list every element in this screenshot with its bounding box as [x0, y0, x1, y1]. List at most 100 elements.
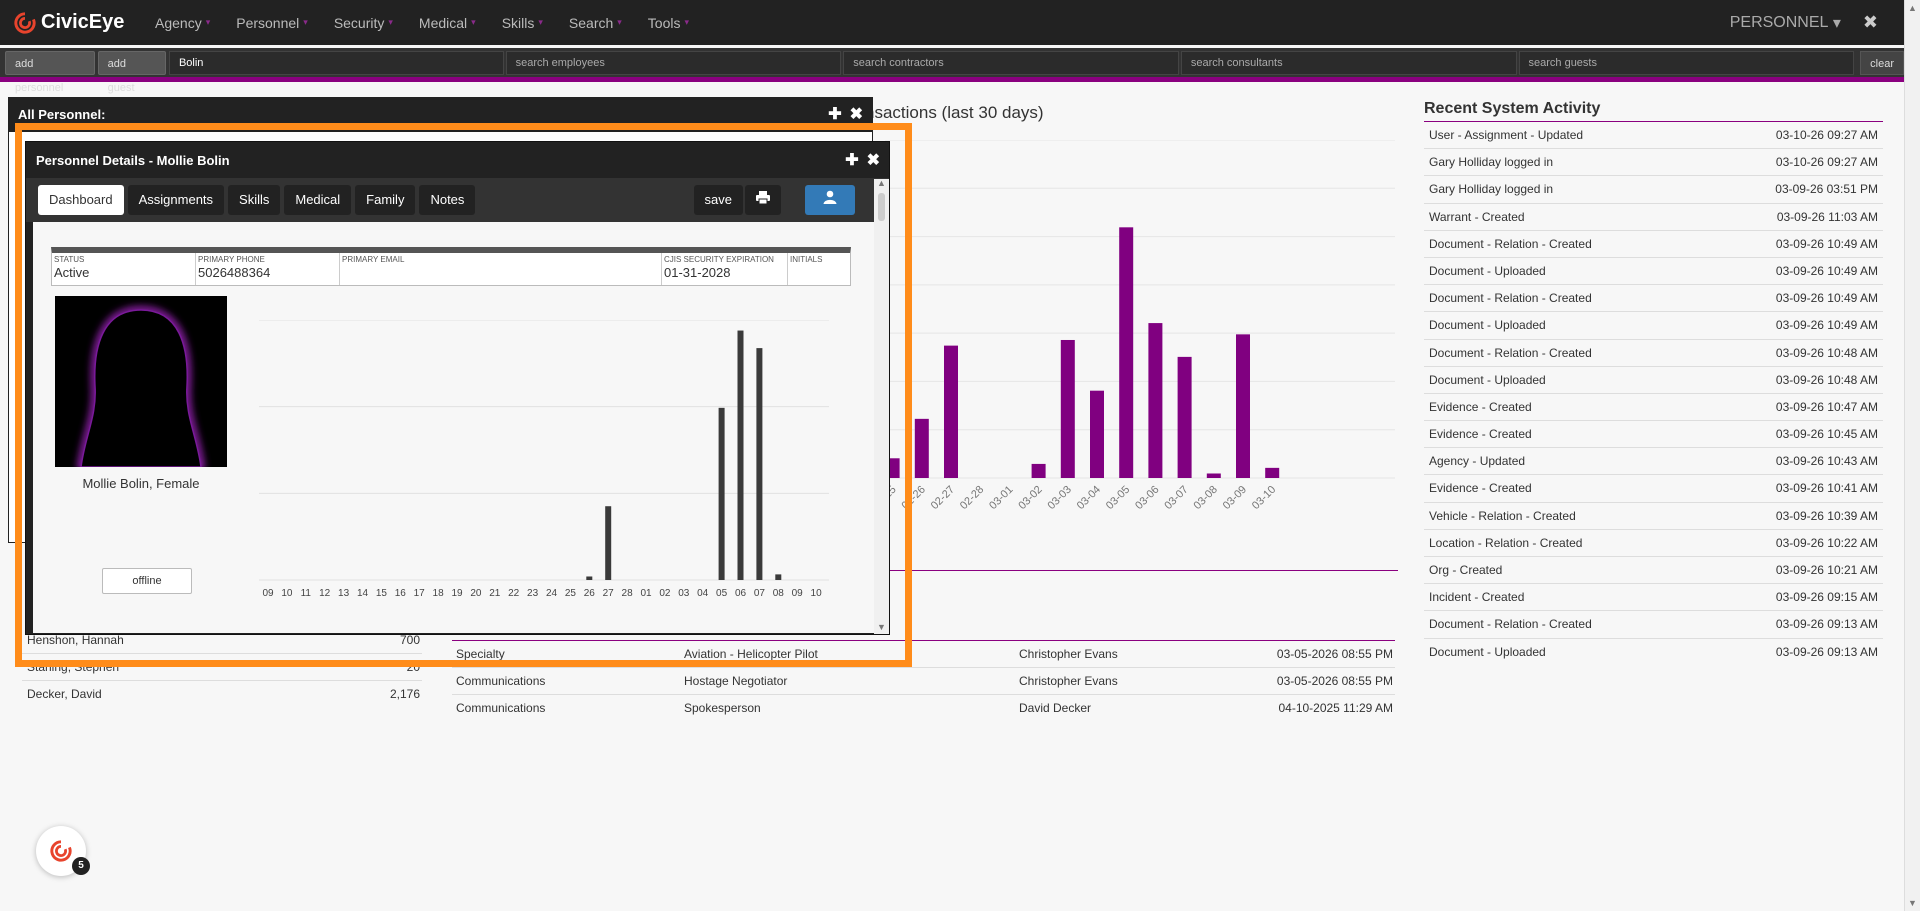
highlight-frame: [15, 123, 912, 667]
search-personnel-input[interactable]: Bolin: [168, 50, 504, 75]
close-icon[interactable]: ✖: [1863, 12, 1878, 33]
activity-time: 03-09-26 10:49 AM: [1775, 291, 1878, 306]
activity-item[interactable]: Document - Relation - Created 03-09-26 10…: [1424, 285, 1883, 313]
activity-time: 03-09-26 11:03 AM: [1776, 209, 1878, 224]
close-icon[interactable]: ✖: [850, 106, 863, 123]
add-guest-button[interactable]: add guest: [97, 50, 166, 94]
table-row[interactable]: Communications Hostage Negotiator Christop…: [452, 668, 1395, 695]
activity-text: Document - Relation - Created: [1429, 617, 1592, 632]
search-employees-input[interactable]: search employees: [505, 50, 842, 75]
chart-tick-label: 02-27: [929, 484, 957, 512]
chart-tick-label: 03-04: [1075, 484, 1103, 512]
activity-item[interactable]: Vehicle - Relation - Created 03-09-26 10:…: [1424, 503, 1883, 530]
menu-skills[interactable]: Skills ▾: [489, 15, 556, 31]
activity-time: 03-09-26 10:39 AM: [1775, 508, 1878, 523]
caret-down-icon: ▾: [538, 17, 543, 27]
activity-time: 03-10-26 09:27 AM: [1775, 128, 1878, 142]
chart-bar: [1148, 323, 1163, 478]
chart-bar: [1031, 463, 1046, 478]
activity-text: Evidence - Created: [1429, 399, 1532, 414]
chart-bar: [1090, 390, 1104, 478]
activity-item[interactable]: Document - Relation - Created 03-09-26 09…: [1424, 611, 1883, 639]
activity-time: 03-09-26 10:43 AM: [1775, 454, 1878, 469]
activity-item[interactable]: Document - Uploaded 03-09-26 09:13 AM: [1424, 639, 1883, 666]
menu-personnel[interactable]: Personnel ▾: [223, 15, 321, 31]
activity-item[interactable]: User - Assignment - Updated 03-10-26 09:2…: [1424, 122, 1883, 150]
activity-item[interactable]: Document - Uploaded 03-09-26 10:48 AM: [1424, 367, 1883, 394]
activity-time: 03-09-26 10:49 AM: [1775, 236, 1878, 251]
activity-text: Document - Relation - Created: [1429, 345, 1592, 360]
chart-bar: [1177, 356, 1192, 478]
table-cell-by: David Decker: [1019, 701, 1092, 715]
search-consultants-input[interactable]: search consultants: [1180, 50, 1517, 75]
caret-down-icon: ▾: [471, 17, 476, 27]
recent-activity-title: Recent System Activity: [1424, 100, 1883, 122]
personnel-name: Decker, David: [27, 687, 102, 701]
caret-down-icon: ▾: [617, 17, 622, 27]
chart-bar: [914, 418, 929, 478]
divider: [885, 570, 1398, 571]
caret-down-icon: ▾: [388, 17, 393, 27]
activity-item[interactable]: Evidence - Created 03-09-26 10:47 AM: [1424, 394, 1883, 422]
chart-tick-label: 03-07: [1162, 484, 1190, 512]
module-switcher[interactable]: PERSONNEL ▾ ✖: [1730, 0, 1878, 45]
activity-text: Document - Uploaded: [1429, 263, 1546, 278]
activity-item[interactable]: Location - Relation - Created 03-09-26 10…: [1424, 530, 1883, 557]
activity-text: Location - Relation - Created: [1429, 535, 1583, 550]
search-guests-input[interactable]: search guests: [1518, 50, 1855, 75]
activity-item[interactable]: Document - Relation - Created 03-09-26 10…: [1424, 231, 1883, 258]
activity-item[interactable]: Org - Created 03-09-26 10:21 AM: [1424, 557, 1883, 585]
table-cell-date: 04-10-2025 11:29 AM: [1278, 701, 1393, 715]
transactions-title: nsactions (last 30 days): [865, 103, 1044, 122]
activity-item[interactable]: Gary Holliday logged in 03-10-26 09:27 AM: [1424, 149, 1883, 177]
activity-text: User - Assignment - Updated: [1429, 128, 1584, 142]
chart-tick-label: 02-28: [958, 484, 986, 512]
caret-down-icon: ▾: [1832, 14, 1841, 32]
menu-tools[interactable]: Tools ▾: [635, 15, 702, 31]
activity-item[interactable]: Document - Uploaded 03-09-26 10:49 AM: [1424, 258, 1883, 286]
scroll-down-icon[interactable]: ▼: [1908, 898, 1917, 908]
activity-text: Document - Uploaded: [1429, 372, 1546, 387]
personnel-value: 2,176: [389, 687, 420, 701]
table-cell-by: Christopher Evans: [1019, 674, 1118, 688]
list-item[interactable]: Decker, David 2,176: [22, 681, 422, 708]
activity-text: Document - Uploaded: [1429, 644, 1546, 659]
clear-button[interactable]: clear: [1860, 50, 1904, 75]
activity-item[interactable]: Document - Uploaded 03-09-26 10:49 AM: [1424, 312, 1883, 340]
activity-text: Incident - Created: [1429, 590, 1525, 605]
chart-tick-label: 03-09: [1221, 484, 1249, 512]
activity-time: 03-09-26 10:48 AM: [1775, 345, 1878, 360]
chart-tick-label: 03-06: [1133, 484, 1161, 512]
app-logo[interactable]: CivicEye: [14, 11, 132, 34]
chart-bar: [1265, 467, 1280, 478]
chart-bar: [944, 345, 958, 478]
activity-item[interactable]: Gary Holliday logged in 03-09-26 03:51 PM: [1424, 176, 1883, 204]
table-row[interactable]: Communications Spokesperson David Decker 04…: [452, 695, 1395, 722]
activity-text: Vehicle - Relation - Created: [1429, 508, 1576, 523]
chart-tick-label: 03-03: [1046, 484, 1074, 512]
activity-text: Evidence - Created: [1429, 481, 1532, 496]
menu-agency[interactable]: Agency ▾: [142, 15, 223, 31]
activity-item[interactable]: Evidence - Created 03-09-26 10:41 AM: [1424, 475, 1883, 503]
activity-item[interactable]: Document - Relation - Created 03-09-26 10…: [1424, 340, 1883, 367]
chart-bar: [1206, 473, 1221, 478]
menu-security[interactable]: Security ▾: [321, 15, 406, 31]
scroll-up-icon[interactable]: ▲: [1908, 3, 1917, 13]
caret-down-icon: ▾: [303, 17, 308, 27]
menu-medical[interactable]: Medical ▾: [406, 15, 489, 31]
table-cell-category: Communications: [456, 674, 546, 688]
search-contractors-input[interactable]: search contractors: [843, 50, 1179, 75]
add-personnel-button[interactable]: add personnel: [5, 50, 95, 94]
app-name: CivicEye: [41, 11, 125, 33]
activity-item[interactable]: Incident - Created 03-09-26 09:15 AM: [1424, 584, 1883, 612]
notification-count: 5: [72, 857, 90, 875]
activity-item[interactable]: Evidence - Created 03-09-26 10:45 AM: [1424, 421, 1883, 449]
activity-item[interactable]: Warrant - Created 03-09-26 11:03 AM: [1424, 204, 1883, 231]
activity-text: Document - Uploaded: [1429, 318, 1546, 333]
menu-search[interactable]: Search ▾: [556, 15, 635, 31]
activity-item[interactable]: Agency - Updated 03-09-26 10:43 AM: [1424, 448, 1883, 476]
notification-badge[interactable]: 5: [36, 826, 90, 876]
top-nav: CivicEye Agency ▾ Personnel ▾ Security ▾ Me…: [0, 0, 1904, 45]
expand-icon[interactable]: ✚: [828, 106, 841, 123]
page-scrollbar[interactable]: ▲ ▼: [1904, 0, 1920, 911]
